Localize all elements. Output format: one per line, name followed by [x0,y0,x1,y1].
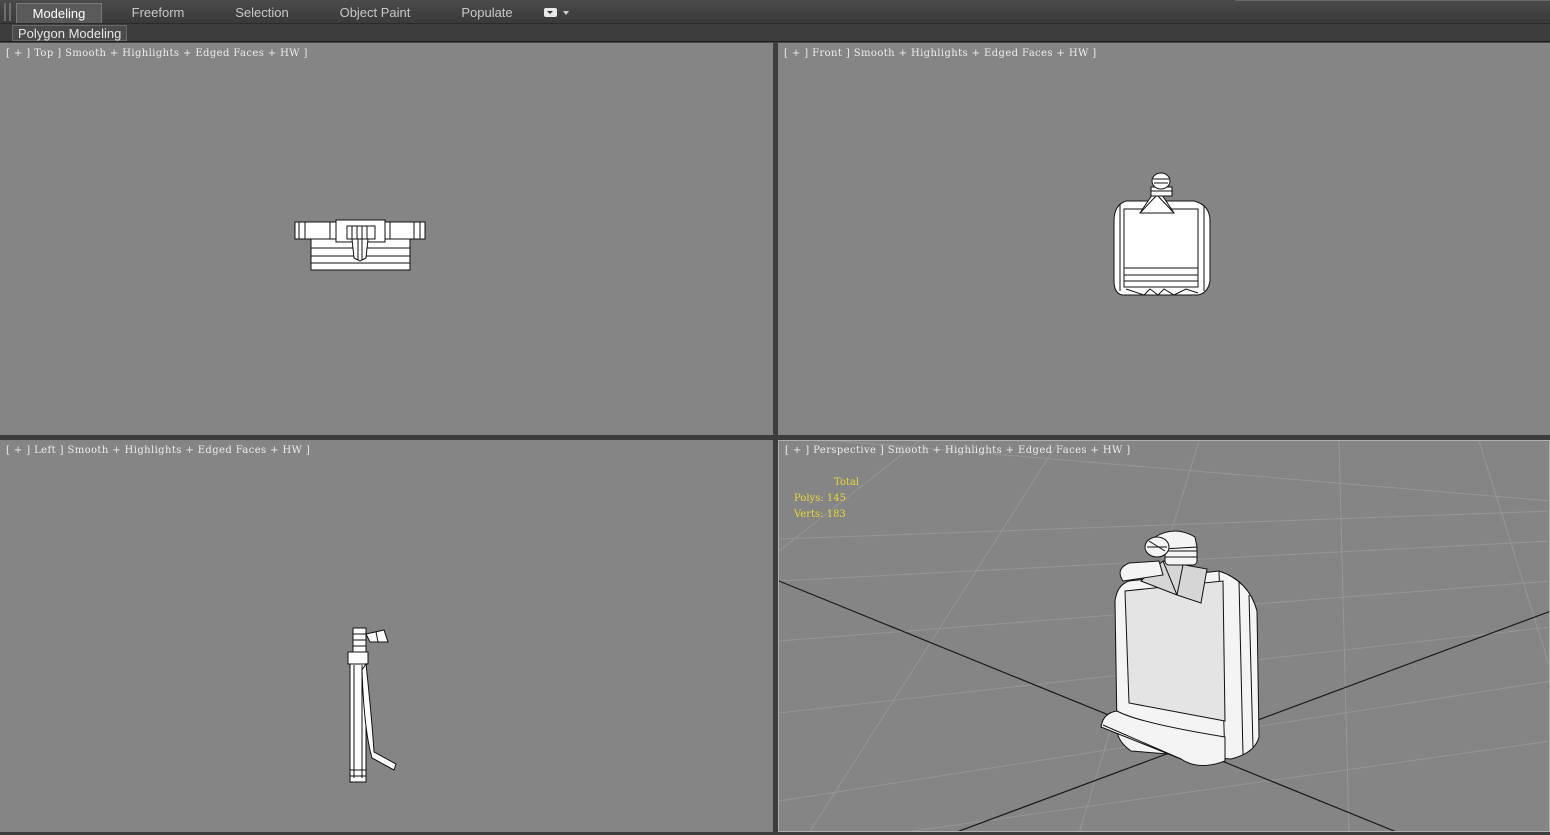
divider [1235,0,1550,1]
tab-object-paint[interactable]: Object Paint [330,3,420,23]
top-view-model [294,219,426,271]
scene-statistics: Total Polys: 145 Verts: 183 [794,475,859,523]
ribbon-options-icon[interactable] [544,7,570,19]
ribbon-grip[interactable] [9,3,11,21]
viewport-perspective[interactable]: [ + ] Perspective ] Smooth + Highlights … [778,440,1550,832]
viewport-top[interactable]: [ + ] Top ] Smooth + Highlights + Edged … [0,43,773,435]
stats-polys: Polys: 145 [794,493,846,504]
viewport-area: [ + ] Top ] Smooth + Highlights + Edged … [0,43,1550,835]
tab-freeform[interactable]: Freeform [118,3,198,23]
ribbon-panel: Polygon Modeling [0,24,1550,42]
chevron-down-icon [563,11,569,15]
viewport-left[interactable]: [ + ] Left ] Smooth + Highlights + Edged… [0,440,773,832]
viewport-front[interactable]: [ + ] Front ] Smooth + Highlights + Edge… [778,43,1550,435]
stats-verts: Verts: 183 [794,509,846,520]
left-view-model [347,627,397,783]
ribbon-tab-bar: Modeling Freeform Selection Object Paint… [0,0,1550,24]
stats-total-label: Total [834,477,860,488]
ribbon-grip[interactable] [4,3,6,21]
tab-selection[interactable]: Selection [222,3,302,23]
front-view-model [1113,172,1211,296]
tab-populate[interactable]: Populate [450,3,524,23]
tab-modeling[interactable]: Modeling [16,3,102,23]
viewport-label-perspective[interactable]: [ + ] Perspective ] Smooth + Highlights … [785,445,1131,456]
polygon-modeling-panel-button[interactable]: Polygon Modeling [12,25,128,41]
perspective-view-model [779,441,1549,831]
minimize-ribbon-icon [544,8,557,17]
